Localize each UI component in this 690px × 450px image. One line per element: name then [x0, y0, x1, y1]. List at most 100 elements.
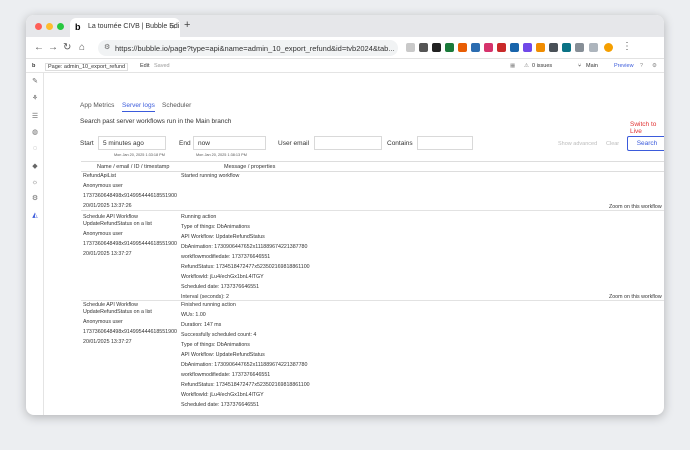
log-user: Anonymous user	[83, 319, 123, 325]
profile-avatar[interactable]	[604, 43, 613, 52]
edit-menu[interactable]: Edit	[140, 63, 149, 69]
extension-icon[interactable]	[471, 43, 480, 52]
grid-icon[interactable]: ▦	[510, 63, 515, 69]
issues-count[interactable]: 0 issues	[532, 63, 552, 69]
logs-panel: App Metrics Server logs Scheduler Search…	[44, 73, 664, 415]
show-advanced-link[interactable]: Show advanced	[558, 141, 597, 147]
clear-link[interactable]: Clear	[606, 141, 619, 147]
extension-icon[interactable]	[536, 43, 545, 52]
side-panel-icon[interactable]	[589, 43, 598, 52]
extension-icon[interactable]	[510, 43, 519, 52]
log-message: Started running workflow	[181, 173, 240, 179]
address-bar-url: https://bubble.io/page?type=api&name=adm…	[115, 44, 395, 53]
extension-icon[interactable]	[458, 43, 467, 52]
page-selector[interactable]: Page: admin_10_export_refund	[45, 63, 129, 71]
log-property: DbAnimation: 1730906447652x1118896742213…	[181, 244, 308, 250]
domain-icon[interactable]: ☼	[31, 179, 39, 187]
home-icon[interactable]: ⌂	[79, 42, 85, 53]
tab-scheduler[interactable]: Scheduler	[162, 102, 191, 109]
start-input[interactable]: 5 minutes ago	[98, 136, 166, 150]
minimize-window-button[interactable]	[46, 23, 53, 30]
column-header-message: Message / properties	[224, 164, 276, 170]
tab-close-icon[interactable]: ✕	[170, 23, 176, 31]
reload-icon[interactable]: ↻	[63, 42, 71, 53]
extension-icon[interactable]	[445, 43, 454, 52]
log-property: WorkflowId: jLu4/echGx1bnL4lTGY	[181, 274, 264, 280]
end-label: End	[179, 140, 191, 147]
log-property: workflowmodifiedate: 1737376646551	[181, 372, 271, 378]
log-property: API Workflow: UpdateRefundStatus	[181, 234, 265, 240]
branch-icon[interactable]: ⑂	[578, 63, 581, 69]
log-property: DbAnimation: 1730906447652x1118896742213…	[181, 362, 308, 368]
extension-icon[interactable]	[419, 43, 428, 52]
extensions-puzzle-icon[interactable]	[575, 43, 584, 52]
menu-icon[interactable]: ⋮	[622, 41, 632, 52]
start-label: Start	[80, 140, 94, 147]
extension-icon[interactable]	[523, 43, 532, 52]
row-divider	[81, 210, 664, 211]
styles-icon[interactable]: ◍	[31, 129, 39, 137]
switch-to-live-link[interactable]: Switch to Live	[630, 121, 664, 135]
log-user: Anonymous user	[83, 231, 123, 237]
end-input[interactable]: now	[193, 136, 266, 150]
editor-toolbar: b Page: admin_10_export_refund Edit Save…	[26, 59, 664, 73]
log-timestamp: 20/01/2025 13:37:27	[83, 251, 132, 257]
settings-icon[interactable]: ◆	[31, 163, 39, 171]
editor-sidebar: ✎ ⚘ ☰ ◍ ◌ ◆ ☼ ⚙ ◭	[26, 73, 44, 415]
close-window-button[interactable]	[35, 23, 42, 30]
settings-icon[interactable]: ⚙	[652, 63, 657, 69]
log-timestamp: 20/01/2025 13:37:27	[83, 339, 132, 345]
extension-icon[interactable]	[432, 43, 441, 52]
contains-input[interactable]	[417, 136, 473, 150]
log-property: Successfully scheduled count: 4	[181, 332, 257, 338]
workflow-icon[interactable]: ⚘	[31, 95, 39, 103]
log-property: Duration: 147 ms	[181, 322, 222, 328]
extension-icon[interactable]	[562, 43, 571, 52]
maximize-window-button[interactable]	[57, 23, 64, 30]
log-name: RefundApiList	[83, 173, 116, 179]
settings-gear-icon[interactable]: ⚙	[31, 195, 39, 203]
address-bar[interactable]: ⚙ https://bubble.io/page?type=api&name=a…	[98, 40, 398, 56]
forward-icon[interactable]: →	[48, 42, 58, 53]
saved-status: Saved	[154, 63, 170, 69]
extension-icon[interactable]	[497, 43, 506, 52]
issues-icon[interactable]: ⚠	[524, 63, 529, 69]
tab-server-logs[interactable]: Server logs	[122, 102, 155, 112]
preview-button[interactable]: Preview	[614, 63, 634, 69]
start-date: Mon Jan 20, 2025 1:33:18 PM	[114, 153, 165, 157]
log-name: Schedule API Workflow	[83, 214, 138, 220]
end-date: Mon Jan 20, 2025 1:38:13 PM	[196, 153, 247, 157]
row-divider	[81, 300, 664, 301]
log-message: Finished running action	[181, 302, 236, 308]
search-button[interactable]: Search	[627, 136, 664, 151]
log-user: Anonymous user	[83, 183, 123, 189]
browser-window: b La tournée CIVB | Bubble Edi ✕ + ← → ↻…	[26, 15, 664, 415]
table-header: Name / email / ID / timestamp Message / …	[81, 161, 664, 172]
log-property: RefundStatus: 1734518472477x523502169818…	[181, 382, 310, 388]
logs-icon[interactable]: ◭	[31, 212, 39, 220]
bubble-favicon-icon: b	[75, 22, 81, 32]
browser-tab[interactable]: b La tournée CIVB | Bubble Edi ✕	[70, 18, 180, 37]
extension-icon[interactable]	[406, 43, 415, 52]
log-property: RefundStatus: 1734518472477x523502169818…	[181, 264, 310, 270]
plugins-icon[interactable]: ◌	[31, 145, 39, 153]
design-icon[interactable]: ✎	[31, 78, 39, 86]
extension-icon[interactable]	[549, 43, 558, 52]
new-tab-icon[interactable]: +	[184, 19, 190, 31]
extension-icon[interactable]	[484, 43, 493, 52]
help-icon[interactable]: ?	[640, 63, 643, 69]
data-icon[interactable]: ☰	[31, 113, 39, 121]
user-email-input[interactable]	[314, 136, 382, 150]
log-id: 1737360648498x914995444618551900	[83, 329, 177, 335]
back-icon[interactable]: ←	[34, 42, 44, 53]
tab-title: La tournée CIVB | Bubble Edi	[88, 23, 180, 30]
tab-app-metrics[interactable]: App Metrics	[80, 102, 114, 109]
log-property: WUs: 1.00	[181, 312, 206, 318]
log-id: 1737360648498x914995444618551900	[83, 241, 177, 247]
logs-description: Search past server workflows run in the …	[80, 118, 232, 125]
tab-strip: b La tournée CIVB | Bubble Edi ✕ +	[26, 15, 664, 37]
site-info-icon: ⚙	[104, 44, 111, 51]
log-property: API Workflow: UpdateRefundStatus	[181, 352, 265, 358]
branch-selector[interactable]: Main	[586, 63, 598, 69]
log-property: workflowmodifiedate: 1737376646551	[181, 254, 271, 260]
